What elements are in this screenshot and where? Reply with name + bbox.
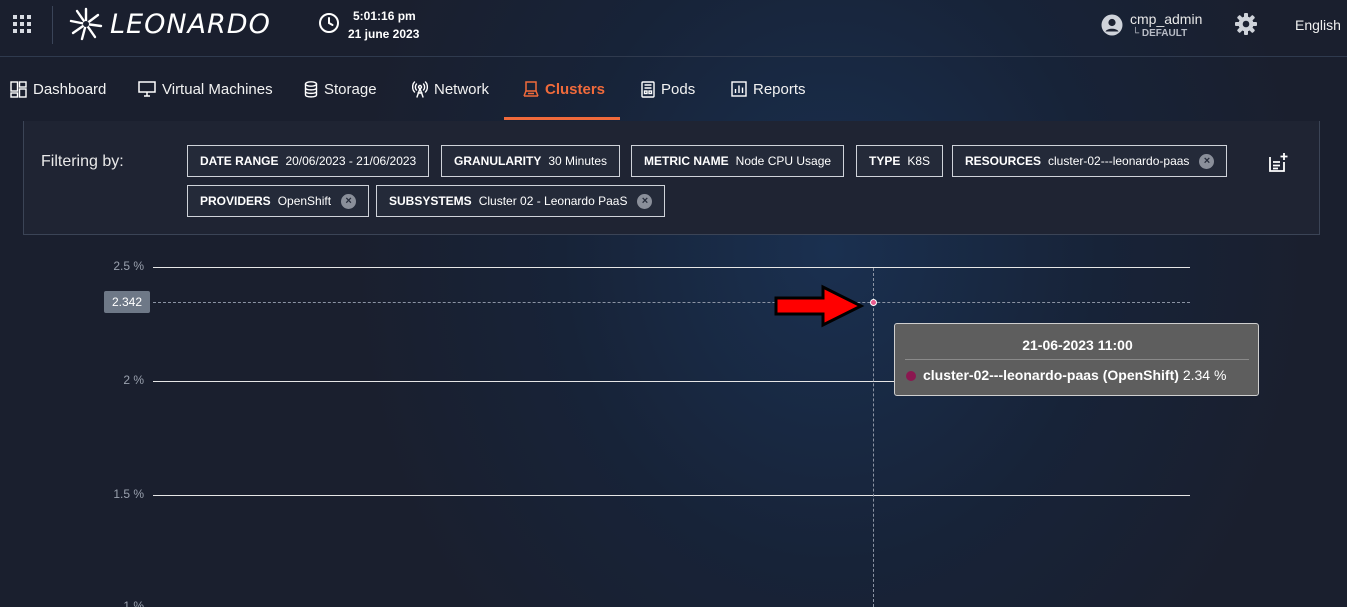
antenna-icon xyxy=(412,80,428,98)
filter-chip-date-range[interactable]: DATE RANGE 20/06/2023 - 21/06/2023 xyxy=(187,145,430,177)
nav-virtual-machines[interactable]: Virtual Machines xyxy=(138,57,273,121)
nav-network[interactable]: Network xyxy=(412,57,489,121)
nav-storage[interactable]: Storage xyxy=(304,57,377,121)
nav-reports[interactable]: Reports xyxy=(731,57,806,121)
chip-value: 20/06/2023 - 21/06/2023 xyxy=(285,154,417,168)
tooltip-series-name: cluster-02---leonardo-paas (OpenShift) xyxy=(923,367,1179,383)
chip-value: Node CPU Usage xyxy=(735,154,832,168)
brand-logo: LEONARDO xyxy=(68,6,271,42)
filter-chip-subsystems[interactable]: SUBSYSTEMS Cluster 02 - Leonardo PaaS × xyxy=(376,185,666,217)
nav-label: Pods xyxy=(661,80,696,98)
apps-grid-icon[interactable] xyxy=(12,14,32,34)
current-time: 5:01:16 pm xyxy=(353,9,416,23)
tooltip-divider xyxy=(905,359,1249,360)
chip-value: 30 Minutes xyxy=(548,154,608,168)
crosshair-horizontal xyxy=(153,302,1190,303)
header-divider xyxy=(52,6,53,44)
chip-value: Cluster 02 - Leonardo PaaS xyxy=(478,194,628,208)
y-tick-label: 2 % xyxy=(123,373,144,387)
red-arrow-annotation xyxy=(774,284,865,328)
dashboard-icon xyxy=(10,80,27,98)
filter-chip-metric-name[interactable]: METRIC NAME Node CPU Usage xyxy=(631,145,845,177)
language-selector[interactable]: English xyxy=(1295,17,1341,33)
top-bar: LEONARDO 5:01:16 pm 21 june 2023 cmp_adm… xyxy=(0,0,1347,56)
tooltip-value: 2.34 % xyxy=(1182,367,1227,383)
pods-icon xyxy=(641,80,655,98)
nav-clusters[interactable]: Clusters xyxy=(523,57,605,121)
filter-title: Filtering by: xyxy=(41,153,124,170)
nav-label: Clusters xyxy=(545,80,606,98)
y-tick-label: 2.5 % xyxy=(113,259,144,273)
filter-panel: Filtering by: DATE RANGE 20/06/2023 - 21… xyxy=(23,121,1320,235)
chip-key: SUBSYSTEMS xyxy=(389,194,472,208)
main-nav: Dashboard Virtual Machines Storage Netwo… xyxy=(0,57,1347,121)
filter-chip-resources[interactable]: RESOURCES cluster-02---leonardo-paas × xyxy=(952,145,1228,177)
user-name[interactable]: cmp_admin xyxy=(1130,11,1202,27)
y-tick-label: 1.5 % xyxy=(113,487,144,501)
account-circle-icon[interactable] xyxy=(1101,14,1123,36)
note-add-icon[interactable] xyxy=(1267,151,1289,173)
gridline xyxy=(153,495,1190,496)
crosshair-vertical xyxy=(873,268,874,607)
nav-label: Virtual Machines xyxy=(162,80,273,98)
y-tick-label: 1 % xyxy=(123,599,144,607)
data-point[interactable] xyxy=(870,299,877,306)
nav-label: Network xyxy=(434,80,490,98)
filter-chip-providers[interactable]: PROVIDERS OpenShift × xyxy=(187,185,370,217)
user-tenant: └ DEFAULT xyxy=(1132,28,1188,39)
brand-name: LEONARDO xyxy=(110,8,271,40)
remove-chip-icon[interactable]: × xyxy=(1199,153,1215,169)
crosshair-y-value: 2.342 xyxy=(104,291,150,313)
filter-chip-granularity[interactable]: GRANULARITY 30 Minutes xyxy=(441,145,621,177)
chip-key: DATE RANGE xyxy=(200,154,279,168)
nav-dashboard[interactable]: Dashboard xyxy=(10,57,106,121)
nav-pods[interactable]: Pods xyxy=(641,57,695,121)
clusters-icon xyxy=(523,80,539,97)
database-icon xyxy=(304,80,318,98)
nav-label: Reports xyxy=(753,80,806,98)
clock-icon xyxy=(319,13,339,33)
remove-chip-icon[interactable]: × xyxy=(341,193,357,209)
leonardo-swirl-icon xyxy=(69,7,103,41)
active-tab-indicator xyxy=(504,117,620,120)
chip-value: OpenShift xyxy=(277,194,332,208)
chart-tooltip: 21-06-2023 11:00 cluster-02---leonardo-p… xyxy=(894,323,1259,396)
gear-icon[interactable] xyxy=(1234,12,1258,36)
series-marker xyxy=(906,371,916,381)
filter-chip-type[interactable]: TYPE K8S xyxy=(856,145,944,177)
nav-label: Dashboard xyxy=(33,80,107,98)
reports-icon xyxy=(731,81,747,97)
chip-value: cluster-02---leonardo-paas xyxy=(1048,154,1190,168)
monitor-icon xyxy=(138,81,156,97)
chip-key: GRANULARITY xyxy=(454,154,542,168)
gridline xyxy=(153,267,1190,268)
nav-label: Storage xyxy=(324,80,377,98)
chip-key: TYPE xyxy=(869,154,901,168)
chip-key: METRIC NAME xyxy=(644,154,729,168)
tooltip-title: 21-06-2023 11:00 xyxy=(1022,337,1133,353)
chip-key: PROVIDERS xyxy=(200,194,271,208)
chip-key: RESOURCES xyxy=(965,154,1042,168)
remove-chip-icon[interactable]: × xyxy=(637,193,653,209)
tooltip-row: cluster-02---leonardo-paas (OpenShift) 2… xyxy=(923,367,1226,383)
current-date: 21 june 2023 xyxy=(348,27,420,41)
chip-value: K8S xyxy=(907,154,931,168)
